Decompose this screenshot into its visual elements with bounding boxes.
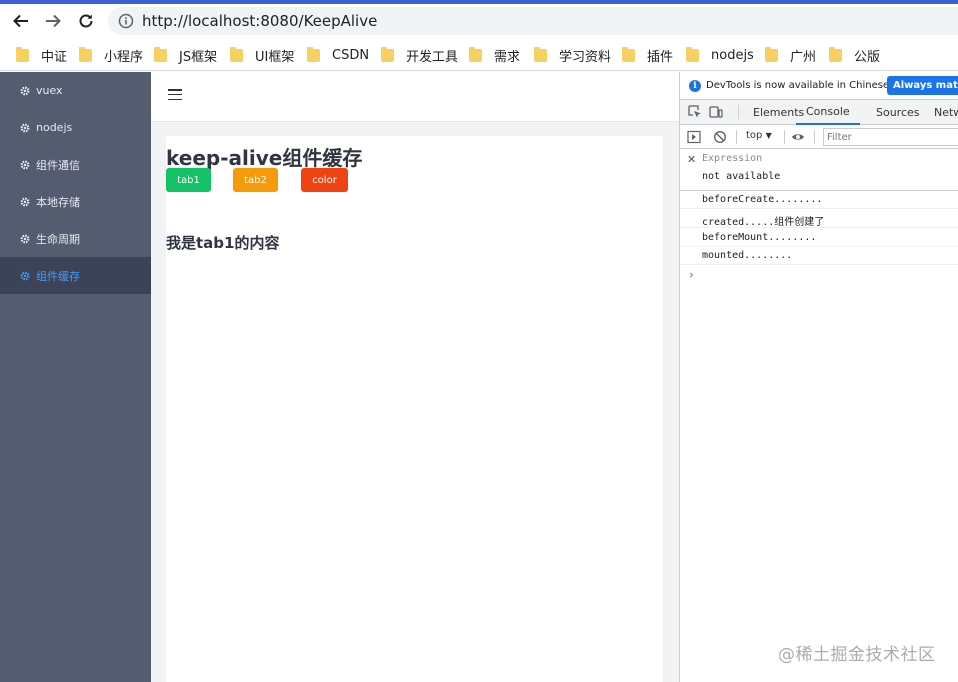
bookmark-item[interactable]: nodejs xyxy=(686,46,754,64)
console-filter-input[interactable] xyxy=(823,128,958,146)
folder-icon xyxy=(307,46,320,62)
eye-icon[interactable] xyxy=(791,130,805,144)
device-toolbar-icon[interactable] xyxy=(709,105,723,119)
sidebar-item-local-storage[interactable]: 本地存储 xyxy=(0,183,151,220)
caret-down-icon: ▼ xyxy=(765,131,772,140)
expression-value: not available xyxy=(702,171,781,182)
folder-icon xyxy=(829,46,842,62)
bookmark-item[interactable]: 插件 xyxy=(622,46,673,65)
tab-console[interactable]: Console xyxy=(796,100,860,125)
url-text: http://localhost:8080/KeepAlive xyxy=(142,12,378,30)
console-message: beforeCreate........ xyxy=(680,191,958,209)
bookmark-item[interactable]: 中证 xyxy=(16,46,67,65)
sidebar-toggle-icon[interactable] xyxy=(687,130,701,144)
gear-icon xyxy=(20,86,30,95)
reload-button[interactable] xyxy=(73,8,99,34)
expression-label[interactable]: Expression xyxy=(702,153,762,164)
menu-toggle-icon[interactable] xyxy=(168,89,182,101)
tab-sources[interactable]: Sources xyxy=(876,100,920,125)
reload-icon xyxy=(79,14,93,28)
toolbar-separator xyxy=(784,130,785,144)
folder-icon xyxy=(79,46,92,62)
console-message: mounted........ xyxy=(680,247,958,265)
folder-icon xyxy=(686,46,699,62)
bookmark-item[interactable]: 开发工具 xyxy=(381,46,458,65)
sidebar-item-nodejs[interactable]: nodejs xyxy=(0,109,151,146)
devtools-panel: i DevTools is now available in Chinese! … xyxy=(679,72,958,682)
back-button[interactable] xyxy=(8,8,34,34)
bookmark-item[interactable]: CSDN xyxy=(307,46,369,64)
sidebar-item-lifecycle[interactable]: 生命周期 xyxy=(0,220,151,257)
folder-icon xyxy=(230,46,243,62)
bookmark-item[interactable]: 广州 xyxy=(765,46,816,65)
app-header xyxy=(151,72,679,122)
sidebar-item-vuex[interactable]: vuex xyxy=(0,72,151,109)
bookmark-item[interactable]: 学习资料 xyxy=(534,46,611,65)
console-message: created.....组件创建了 xyxy=(680,210,958,228)
bookmark-item[interactable]: JS框架 xyxy=(154,46,217,65)
content-card: keep-alive组件缓存 tab1 tab2 color 我是tab1的内容 xyxy=(166,136,663,682)
toolbar-separator xyxy=(736,130,737,144)
sidebar-item-component-communication[interactable]: 组件通信 xyxy=(0,146,151,183)
bookmarks-bar: 中证 小程序 JS框架 UI框架 CSDN 开发工具 需求 学习资料 插件 no… xyxy=(0,38,958,71)
bookmark-item[interactable]: 小程序 xyxy=(79,46,143,65)
app-sidebar: vuex nodejs 组件通信 本地存储 生命周期 组件缓存 xyxy=(0,72,151,682)
folder-icon xyxy=(154,46,167,62)
watermark: @稀土掘金技术社区 xyxy=(778,645,936,665)
devtools-info-text: DevTools is now available in Chinese! xyxy=(706,80,894,91)
devtools-info-bar: i DevTools is now available in Chinese! … xyxy=(680,72,958,100)
bookmark-item[interactable]: UI框架 xyxy=(230,46,294,65)
info-icon: i xyxy=(689,79,701,92)
folder-icon xyxy=(534,46,547,62)
address-bar[interactable]: http://localhost:8080/KeepAlive xyxy=(108,7,958,35)
inspect-element-icon[interactable] xyxy=(688,105,702,119)
clear-console-icon[interactable] xyxy=(713,130,727,144)
tab-network[interactable]: Netw xyxy=(934,100,958,125)
folder-icon xyxy=(381,46,394,62)
tab-content-text: 我是tab1的内容 xyxy=(166,234,280,252)
live-expression: ✕ Expression not available xyxy=(680,149,958,191)
page-title: keep-alive组件缓存 xyxy=(166,146,363,170)
arrow-left-icon xyxy=(13,14,28,28)
devtools-tabbar: Elements Console Sources Netw xyxy=(680,100,958,125)
folder-icon xyxy=(16,46,29,62)
gear-icon xyxy=(20,234,30,243)
gear-icon xyxy=(20,197,30,206)
console-message: beforeMount........ xyxy=(680,229,958,247)
sidebar-item-component-cache[interactable]: 组件缓存 xyxy=(0,257,151,294)
console-prompt[interactable]: › xyxy=(688,268,695,281)
app-main: keep-alive组件缓存 tab1 tab2 color 我是tab1的内容 xyxy=(151,72,679,682)
console-toolbar: top ▼ xyxy=(680,125,958,149)
context-selector[interactable]: top ▼ xyxy=(746,130,772,141)
browser-toolbar: http://localhost:8080/KeepAlive xyxy=(0,4,958,38)
bookmark-item[interactable]: 需求 xyxy=(469,46,520,65)
info-icon[interactable] xyxy=(118,13,134,29)
always-match-button[interactable]: Always match xyxy=(887,76,958,95)
close-icon[interactable]: ✕ xyxy=(687,153,696,166)
forward-button[interactable] xyxy=(40,8,66,34)
color-button[interactable]: color xyxy=(301,168,348,192)
gear-icon xyxy=(20,160,30,169)
bookmark-item[interactable]: 公版 xyxy=(829,46,880,65)
tab-separator xyxy=(738,105,739,119)
toolbar-separator xyxy=(814,130,815,144)
arrow-right-icon xyxy=(46,14,61,28)
folder-icon xyxy=(469,46,482,62)
folder-icon xyxy=(765,46,778,62)
tab1-button[interactable]: tab1 xyxy=(166,168,211,192)
tab2-button[interactable]: tab2 xyxy=(233,168,278,192)
gear-icon xyxy=(20,123,30,132)
gear-icon xyxy=(20,271,30,280)
folder-icon xyxy=(622,46,635,62)
